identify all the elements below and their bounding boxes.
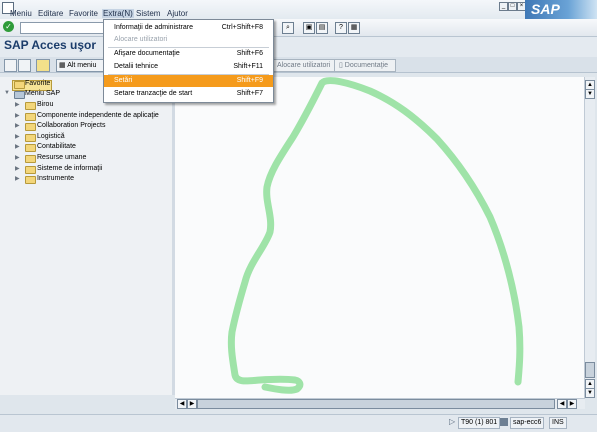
shortcut-icon[interactable]: ▤ (316, 22, 328, 34)
scroll-thumb[interactable] (585, 362, 595, 378)
folder-icon (25, 155, 36, 163)
main-canvas (175, 77, 585, 398)
expanded-arrow-icon[interactable]: ▼ (4, 90, 10, 96)
server-icon (500, 418, 508, 426)
server-info[interactable]: sap-ecc6 (510, 417, 545, 429)
documentation-button[interactable]: ▯ Documentaţie (334, 59, 396, 72)
scroll-page-up-icon[interactable]: ▼ (585, 89, 595, 99)
tree-item[interactable]: Birou (37, 101, 53, 108)
hscroll-thumb[interactable] (197, 399, 555, 409)
menu-favorite[interactable]: Favorite (69, 9, 98, 18)
menu-item-settings[interactable]: Setări Shift+F9 (104, 75, 273, 87)
folder-icon (25, 165, 36, 174)
menu-view-icon[interactable] (4, 59, 17, 72)
user-menu-icon[interactable] (36, 59, 50, 72)
annotation-drawing (227, 77, 524, 394)
menu-extra[interactable]: Extra(N) (102, 9, 134, 18)
vertical-scrollbar[interactable]: ▲ ▼ ▲ ▼ (584, 77, 595, 398)
tree-item[interactable]: Resurse umane (37, 154, 86, 161)
tree-item[interactable]: Componente independente de aplicaţie (37, 112, 159, 119)
folder-icon (25, 102, 36, 110)
find-icon[interactable]: ⌕ (282, 22, 294, 34)
folder-icon (25, 123, 36, 132)
folder-icon (14, 81, 25, 89)
favorites-label: Favorite (25, 80, 51, 87)
collapsed-arrow-icon[interactable]: ▶ (15, 112, 20, 119)
command-field[interactable] (20, 22, 104, 34)
extra-dropdown-menu: Informaţii de administrare Ctrl+Shift+F8… (103, 19, 274, 103)
folder-icon (25, 133, 36, 142)
scroll-page-right-icon[interactable]: ▶ (187, 399, 197, 409)
layout-menu-icon[interactable]: ▦ (348, 22, 360, 34)
maximize-icon[interactable]: □ (508, 2, 517, 11)
menu-item-show-documentation[interactable]: Afişare documentaţie Shift+F6 (104, 48, 273, 60)
horizontal-scrollbar[interactable]: ◀ ▶ ◀ ▶ (175, 398, 585, 409)
tree-item[interactable]: Sisteme de informaţii (37, 165, 102, 172)
collapsed-arrow-icon[interactable]: ▶ (15, 101, 20, 108)
tree-item[interactable]: Contabilitate (37, 143, 76, 150)
enter-check-icon[interactable]: ✓ (3, 21, 14, 32)
menu-meniu[interactable]: Meniu (10, 9, 32, 18)
new-session-icon[interactable]: ▣ (303, 22, 315, 34)
freehand-stroke (227, 77, 524, 394)
tree-item[interactable]: Logistică (37, 133, 65, 140)
folder-icon (25, 144, 36, 153)
tree-item[interactable]: Collaboration Projects (37, 122, 105, 129)
folder-icon (25, 112, 36, 121)
collapsed-arrow-icon[interactable]: ▶ (15, 133, 20, 140)
system-info[interactable]: T90 (1) 801 (458, 417, 501, 429)
collapsed-arrow-icon[interactable]: ▶ (15, 175, 20, 182)
collapsed-arrow-icon[interactable]: ▶ (15, 143, 20, 150)
menu-sistem[interactable]: Sistem (136, 9, 160, 18)
collapsed-arrow-icon[interactable]: ▶ (15, 165, 20, 172)
folder-icon (25, 176, 36, 185)
menu-editare[interactable]: Editare (38, 9, 63, 18)
menu-item-technical-details[interactable]: Detalii tehnice Shift+F11 (104, 61, 273, 73)
status-play-icon[interactable]: ▷ (449, 417, 455, 426)
menu-ajutor[interactable]: Ajutor (167, 9, 188, 18)
scroll-down-icon[interactable]: ▼ (585, 388, 595, 398)
tree-item[interactable]: Instrumente (37, 175, 74, 182)
menu-item-admin-info[interactable]: Informaţii de administrare Ctrl+Shift+F8 (104, 22, 273, 34)
assign-users-button[interactable]: Alocare utilizatori (272, 59, 336, 72)
insert-mode: INS (549, 417, 567, 429)
page-title: SAP Acces uşor (4, 38, 97, 52)
help-icon[interactable]: ? (335, 22, 347, 34)
other-menu-button[interactable]: ▦ Alt meniu (56, 59, 108, 72)
menu-folder-icon (14, 91, 25, 99)
favorites-view-icon[interactable] (18, 59, 31, 72)
menu-item-assign-users: Alocare utilizatori (114, 36, 168, 43)
scroll-right-icon[interactable]: ▶ (567, 399, 577, 409)
grid-icon: ▦ (59, 62, 68, 69)
scroll-left-icon[interactable]: ◀ (177, 399, 187, 409)
collapsed-arrow-icon[interactable]: ▶ (15, 122, 20, 129)
scroll-page-left-icon[interactable]: ◀ (557, 399, 567, 409)
tree-root-label[interactable]: Meniu SAP (25, 90, 60, 97)
collapsed-arrow-icon[interactable]: ▶ (15, 154, 20, 161)
minimize-icon[interactable]: _ (499, 2, 508, 11)
menu-item-set-start-transaction[interactable]: Setare tranzacţie de start Shift+F7 (104, 88, 273, 100)
sap-logo: SAP (525, 0, 597, 19)
